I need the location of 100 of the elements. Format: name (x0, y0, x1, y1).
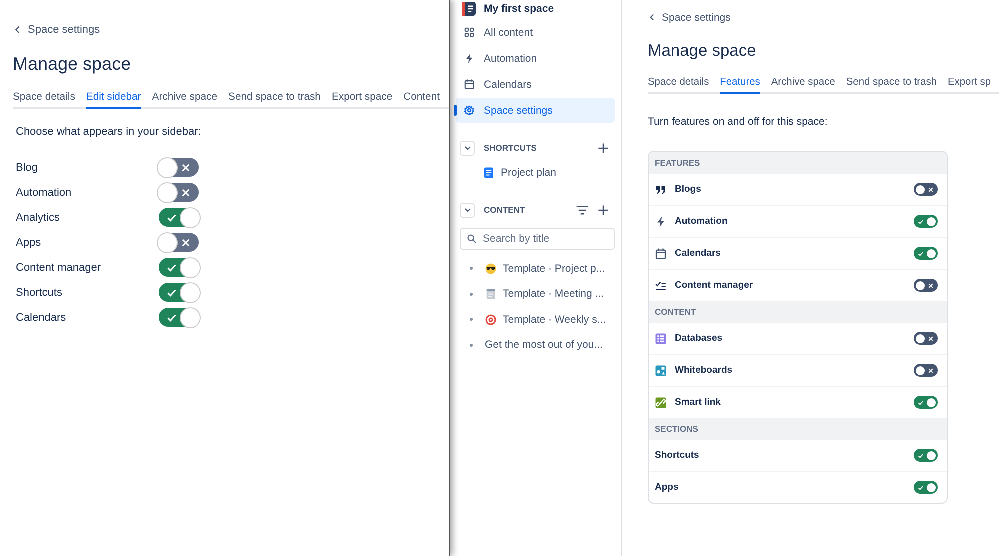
section-header: CONTENT (649, 301, 947, 323)
check-icon (918, 400, 924, 406)
grid-icon (464, 27, 475, 38)
tab[interactable]: Export sp (948, 77, 992, 94)
filter-icon (576, 204, 589, 216)
section-heading: SHORTCUTS (484, 143, 538, 153)
page-title: Manage space (648, 42, 758, 61)
cross-icon (928, 368, 934, 374)
tab[interactable]: Content (404, 92, 440, 109)
cross-icon (181, 162, 191, 172)
whiteboard-icon (655, 364, 667, 376)
shortcut-link[interactable]: Project plan (456, 160, 615, 185)
bullet-icon (470, 344, 473, 347)
cross-icon (928, 186, 934, 192)
section-header: FEATURES (649, 152, 947, 174)
back-link[interactable]: Space settings (13, 24, 100, 36)
feature-label: Shortcuts (655, 450, 700, 461)
toggle-label: Analytics (16, 212, 62, 224)
quote-icon (655, 184, 667, 196)
toggle-switch[interactable] (914, 215, 938, 228)
feature-label: Whiteboards (675, 365, 734, 376)
tab[interactable]: Edit sidebar (86, 92, 142, 109)
tab[interactable]: Archive space (152, 92, 218, 109)
instruction-text: Turn features on and off for this space: (648, 116, 829, 128)
bullet-icon (470, 318, 473, 322)
link-icon (655, 396, 667, 408)
chevron-down-icon (464, 144, 472, 152)
search-field[interactable]: Search by title (460, 228, 615, 250)
toggle-switch[interactable] (914, 332, 938, 345)
plus-icon (598, 204, 609, 216)
cross-icon (928, 282, 934, 288)
toggle-switch[interactable] (158, 182, 200, 203)
feature-label: Smart link (675, 397, 722, 408)
sunglasses-icon (485, 262, 497, 275)
nav-item[interactable]: Calendars (456, 72, 615, 97)
feature-label: Automation (675, 216, 729, 227)
nav-item[interactable]: Space settings (456, 98, 615, 123)
page-link[interactable]: Get the most out of you... (485, 339, 603, 352)
nav-item[interactable]: All content (456, 20, 615, 45)
feature-label: Databases (675, 333, 724, 344)
lightning-icon (464, 53, 475, 64)
document-icon (483, 166, 495, 178)
plus-icon (598, 142, 609, 154)
tab[interactable]: Features (720, 77, 760, 94)
chevron-down-icon (464, 206, 472, 214)
page-link[interactable]: Template - Meeting ... (485, 288, 604, 300)
bullet-icon (470, 292, 473, 296)
toggle-switch[interactable] (158, 257, 200, 278)
lightning-icon (655, 216, 667, 228)
feature-label: Calendars (675, 248, 722, 259)
toggle-label: Shortcuts (16, 286, 64, 298)
toggle-label: Automation (16, 186, 73, 198)
feature-label: Apps (655, 482, 680, 493)
tab[interactable]: Send space to trash (228, 92, 321, 109)
tab[interactable]: Space details (648, 77, 710, 94)
collapse-button[interactable] (460, 140, 475, 156)
check-icon (918, 484, 924, 490)
settings-icon (464, 105, 475, 116)
check-icon (918, 218, 924, 224)
bullet-icon (470, 267, 473, 270)
toggle-switch[interactable] (158, 232, 200, 253)
page-link[interactable]: Template - Project p... (485, 262, 606, 275)
calendar-icon (655, 248, 667, 260)
tab[interactable]: Send space to trash (846, 77, 937, 94)
tab[interactable]: Archive space (771, 77, 836, 94)
toggle-switch[interactable] (158, 307, 200, 328)
nav-item[interactable]: Automation (456, 46, 615, 71)
cross-icon (928, 336, 934, 342)
toggle-switch[interactable] (158, 157, 200, 178)
check-icon (167, 212, 177, 222)
collapse-button[interactable] (460, 202, 475, 218)
notepad-icon (485, 288, 497, 300)
target-icon (485, 314, 497, 326)
toggle-switch[interactable] (158, 282, 200, 303)
cross-icon (181, 238, 191, 248)
back-link[interactable]: Space settings (648, 12, 731, 24)
toggle-label: Blog (16, 162, 40, 174)
tab[interactable]: Export space (332, 92, 393, 109)
toggle-switch[interactable] (914, 481, 938, 494)
cross-icon (181, 188, 191, 198)
toggle-switch[interactable] (914, 279, 938, 292)
page-link[interactable]: Template - Weekly s... (485, 314, 606, 326)
add-button[interactable] (598, 204, 609, 216)
toggle-switch[interactable] (914, 364, 938, 377)
feature-label: Content manager (675, 280, 754, 291)
calendar-icon (464, 79, 475, 90)
toggle-switch[interactable] (914, 247, 938, 260)
add-button[interactable] (598, 142, 609, 154)
toggle-label: Apps (16, 236, 42, 248)
feature-label: Blogs (675, 184, 702, 195)
toggle-switch[interactable] (914, 183, 938, 196)
toggle-switch[interactable] (914, 396, 938, 409)
section-header: SECTIONS (649, 418, 947, 440)
space-name[interactable]: My first space (484, 3, 554, 15)
toggle-switch[interactable] (914, 449, 938, 462)
toggle-label: Content manager (16, 262, 102, 274)
toggle-switch[interactable] (158, 207, 200, 228)
check-icon (918, 452, 924, 458)
filter-button[interactable] (576, 204, 589, 216)
tab[interactable]: Space details (13, 92, 76, 109)
